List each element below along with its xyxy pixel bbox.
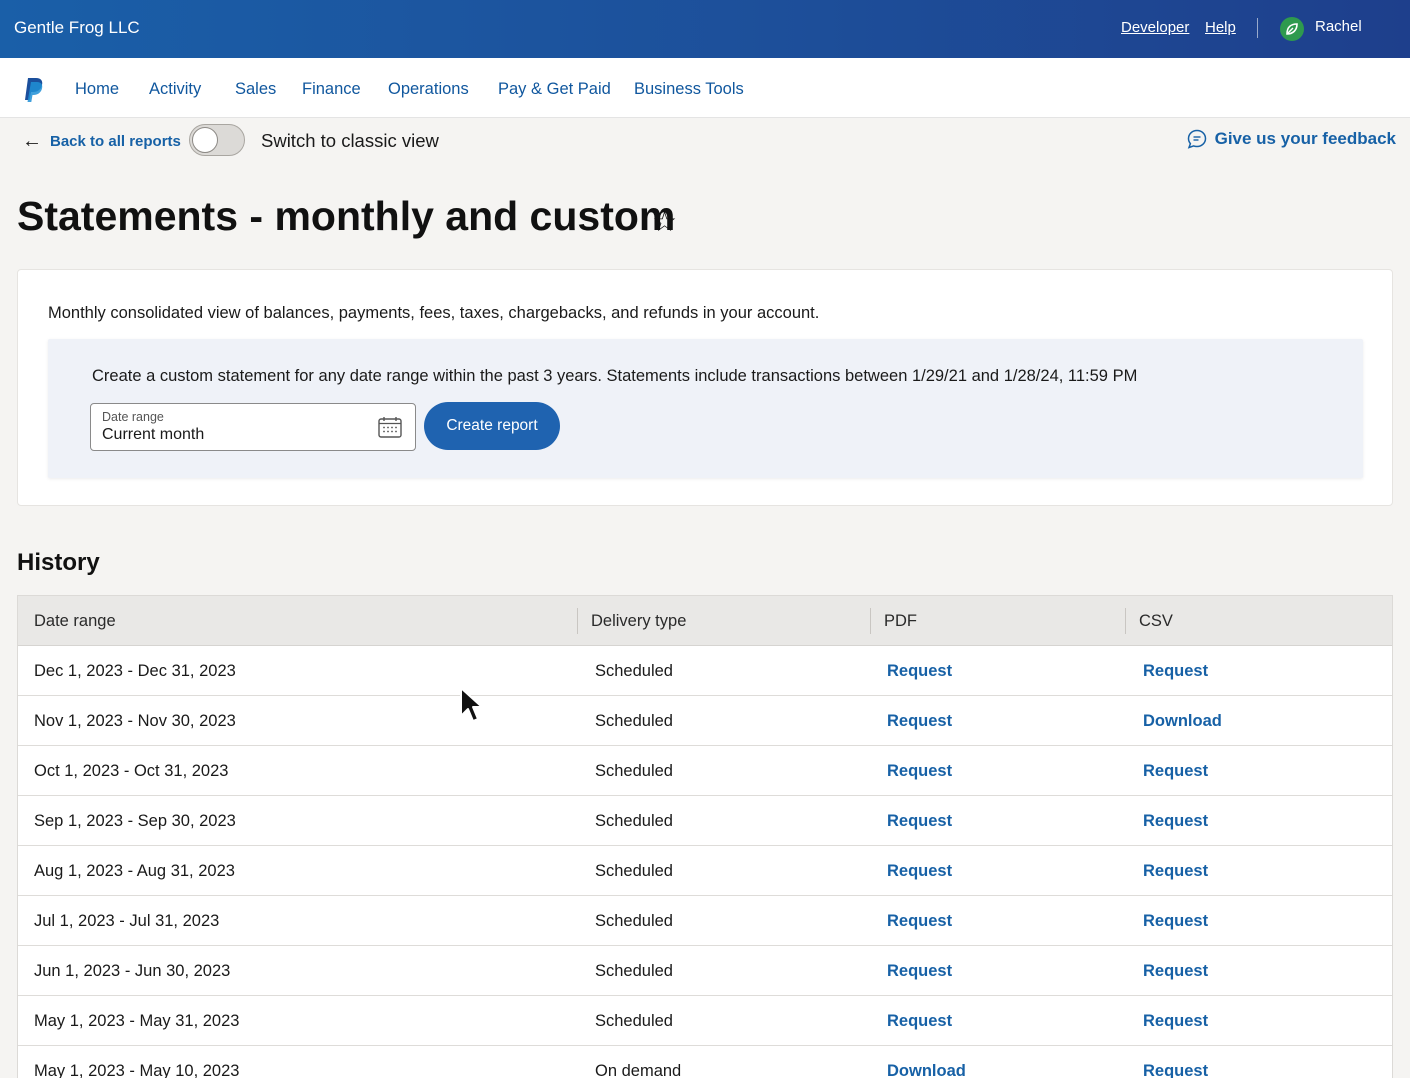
pdf-action-link[interactable]: Request bbox=[887, 862, 952, 881]
back-to-reports-link[interactable]: ← Back to all reports bbox=[22, 130, 181, 153]
main-nav: Home Activity Sales Finance Operations P… bbox=[0, 58, 1410, 118]
date-range-cell: Sep 1, 2023 - Sep 30, 2023 bbox=[34, 812, 236, 830]
delivery-type-cell: On demand bbox=[595, 1062, 682, 1078]
calendar-icon[interactable] bbox=[378, 416, 402, 438]
pdf-action-link[interactable]: Request bbox=[887, 912, 952, 931]
history-table: Date range Delivery type PDF CSV Dec 1, … bbox=[17, 595, 1393, 1078]
date-range-cell: Oct 1, 2023 - Oct 31, 2023 bbox=[34, 762, 229, 780]
csv-action-link[interactable]: Request bbox=[1143, 1062, 1208, 1078]
csv-action-link[interactable]: Request bbox=[1143, 1012, 1208, 1031]
favorite-star-icon[interactable]: ☆ bbox=[652, 205, 677, 238]
pdf-action-link[interactable]: Request bbox=[887, 762, 952, 781]
pdf-action-link[interactable]: Request bbox=[887, 812, 952, 831]
csv-action-link[interactable]: Request bbox=[1143, 762, 1208, 781]
column-header-date-range: Date range bbox=[34, 612, 116, 630]
company-name: Gentle Frog LLC bbox=[14, 18, 140, 37]
custom-statement-text: Create a custom statement for any date r… bbox=[92, 367, 1138, 385]
nav-activity[interactable]: Activity bbox=[149, 80, 201, 99]
pdf-action-link[interactable]: Request bbox=[887, 962, 952, 981]
table-row: Nov 1, 2023 - Nov 30, 2023 Scheduled Reque… bbox=[18, 696, 1392, 746]
column-divider bbox=[870, 608, 871, 634]
nav-operations[interactable]: Operations bbox=[388, 80, 469, 99]
date-range-cell: Nov 1, 2023 - Nov 30, 2023 bbox=[34, 712, 236, 730]
csv-action-link[interactable]: Request bbox=[1143, 812, 1208, 831]
date-range-field[interactable]: Date range Current month bbox=[90, 403, 416, 451]
csv-action-link[interactable]: Request bbox=[1143, 662, 1208, 681]
pdf-action-link[interactable]: Request bbox=[887, 662, 952, 681]
delivery-type-cell: Scheduled bbox=[595, 662, 673, 680]
column-header-pdf: PDF bbox=[884, 612, 917, 630]
create-report-button[interactable]: Create report bbox=[424, 402, 560, 450]
nav-finance[interactable]: Finance bbox=[302, 80, 361, 99]
table-row: Oct 1, 2023 - Oct 31, 2023 Scheduled Reque… bbox=[18, 746, 1392, 796]
date-range-cell: Jul 1, 2023 - Jul 31, 2023 bbox=[34, 912, 220, 930]
custom-statement-panel: Create a custom statement for any date r… bbox=[48, 339, 1363, 478]
column-header-csv: CSV bbox=[1139, 612, 1173, 630]
table-row: Dec 1, 2023 - Dec 31, 2023 Scheduled Reque… bbox=[18, 646, 1392, 696]
page-title: Statements - monthly and custom bbox=[17, 193, 676, 239]
paypal-logo-icon[interactable] bbox=[24, 78, 44, 102]
pdf-action-link[interactable]: Request bbox=[887, 712, 952, 731]
help-link[interactable]: Help bbox=[1205, 19, 1236, 36]
delivery-type-cell: Scheduled bbox=[595, 712, 673, 730]
toggle-knob bbox=[192, 127, 218, 153]
delivery-type-cell: Scheduled bbox=[595, 912, 673, 930]
nav-pay-get-paid[interactable]: Pay & Get Paid bbox=[498, 80, 611, 99]
nav-home[interactable]: Home bbox=[75, 80, 119, 99]
leaf-icon bbox=[1286, 23, 1298, 35]
card-description: Monthly consolidated view of balances, p… bbox=[48, 304, 820, 322]
delivery-type-cell: Scheduled bbox=[595, 962, 673, 980]
date-range-value: Current month bbox=[102, 426, 205, 443]
developer-link[interactable]: Developer bbox=[1121, 19, 1189, 36]
feedback-link[interactable]: Give us your feedback bbox=[1187, 129, 1396, 149]
back-link-label: Back to all reports bbox=[50, 133, 181, 150]
table-row: Sep 1, 2023 - Sep 30, 2023 Scheduled Reque… bbox=[18, 796, 1392, 846]
date-range-cell: May 1, 2023 - May 10, 2023 bbox=[34, 1062, 240, 1078]
csv-action-link[interactable]: Request bbox=[1143, 912, 1208, 931]
csv-action-link[interactable]: Request bbox=[1143, 962, 1208, 981]
table-header: Date range Delivery type PDF CSV bbox=[18, 596, 1392, 646]
table-row: Aug 1, 2023 - Aug 31, 2023 Scheduled Reque… bbox=[18, 846, 1392, 896]
pdf-action-link[interactable]: Request bbox=[887, 1012, 952, 1031]
table-row: Jun 1, 2023 - Jun 30, 2023 Scheduled Reque… bbox=[18, 946, 1392, 996]
column-divider bbox=[577, 608, 578, 634]
csv-action-link[interactable]: Download bbox=[1143, 712, 1222, 731]
date-range-cell: Jun 1, 2023 - Jun 30, 2023 bbox=[34, 962, 231, 980]
user-name[interactable]: Rachel bbox=[1315, 18, 1362, 35]
csv-action-link[interactable]: Request bbox=[1143, 862, 1208, 881]
column-divider bbox=[1125, 608, 1126, 634]
nav-sales[interactable]: Sales bbox=[235, 80, 276, 99]
statement-card: Monthly consolidated view of balances, p… bbox=[17, 269, 1393, 506]
avatar[interactable] bbox=[1280, 17, 1304, 41]
delivery-type-cell: Scheduled bbox=[595, 1012, 673, 1030]
date-range-cell: Dec 1, 2023 - Dec 31, 2023 bbox=[34, 662, 236, 680]
date-range-label: Date range bbox=[102, 410, 164, 424]
delivery-type-cell: Scheduled bbox=[595, 762, 673, 780]
table-row: May 1, 2023 - May 31, 2023 Scheduled Reque… bbox=[18, 996, 1392, 1046]
pdf-action-link[interactable]: Download bbox=[887, 1062, 966, 1078]
classic-view-label: Switch to classic view bbox=[261, 130, 439, 151]
table-row: Jul 1, 2023 - Jul 31, 2023 Scheduled Reque… bbox=[18, 896, 1392, 946]
table-row: May 1, 2023 - May 10, 2023 On demand Downl… bbox=[18, 1046, 1392, 1078]
column-header-delivery-type: Delivery type bbox=[591, 612, 687, 630]
feedback-label: Give us your feedback bbox=[1214, 129, 1396, 148]
top-bar: Gentle Frog LLC Developer Help Rachel bbox=[0, 0, 1410, 58]
nav-business-tools[interactable]: Business Tools bbox=[634, 80, 744, 99]
date-range-cell: May 1, 2023 - May 31, 2023 bbox=[34, 1012, 240, 1030]
arrow-left-icon: ← bbox=[22, 130, 42, 152]
divider bbox=[1257, 18, 1258, 38]
classic-view-toggle[interactable] bbox=[189, 124, 245, 156]
delivery-type-cell: Scheduled bbox=[595, 812, 673, 830]
delivery-type-cell: Scheduled bbox=[595, 862, 673, 880]
history-title: History bbox=[17, 549, 100, 576]
chat-bubble-icon bbox=[1187, 129, 1206, 149]
date-range-cell: Aug 1, 2023 - Aug 31, 2023 bbox=[34, 862, 235, 880]
